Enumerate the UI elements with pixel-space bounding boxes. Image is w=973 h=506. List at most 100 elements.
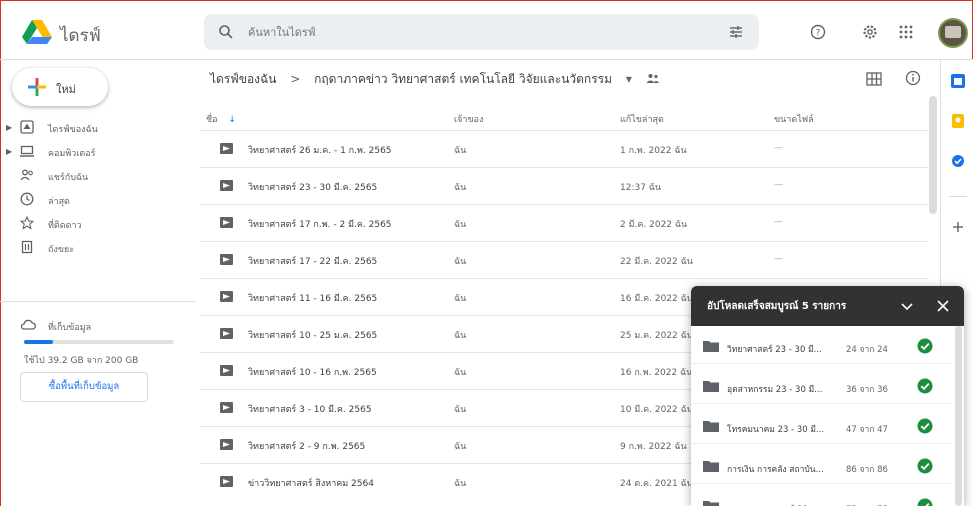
star-icon (20, 216, 34, 230)
table-row[interactable]: วิทยาศาสตร์ 23 - 30 มี.ค. 2565 ฉัน 12:37 ฉ… (200, 167, 928, 203)
upload-item-name: วิทยาศาสตร์ 23 - 30 มี... (727, 345, 822, 355)
app-title[interactable]: ไดรฟ์ (60, 22, 101, 49)
sidebar-item-storage[interactable]: ที่เก็บข้อมูล (0, 316, 180, 338)
file-modified: 9 ก.พ. 2022 ฉัน (620, 442, 687, 452)
sidebar-item-my-drive[interactable]: ▶ ไดรฟ์ของฉัน (0, 118, 180, 140)
file-size: — (774, 143, 783, 153)
settings-gear-icon[interactable] (862, 24, 878, 40)
file-name[interactable]: วิทยาศาสตร์ 23 - 30 มี.ค. 2565 (248, 180, 377, 194)
file-name[interactable]: วิทยาศาสตร์ 11 - 16 มี.ค. 2565 (248, 291, 377, 305)
upload-item-count: 86 จาก 86 (846, 465, 888, 475)
breadcrumb-current-folder[interactable]: กฤดาภาคข่าว วิทยาศาสตร์ เทคโนโลยี วิจัยแ… (314, 72, 612, 86)
check-circle-icon (917, 418, 933, 434)
check-circle-icon (917, 378, 933, 394)
column-header-modified[interactable]: แก้ไขล่าสุด (620, 112, 664, 126)
upload-item[interactable]: โทรคมนาคม 23 - 30 มี... 47 จาก 47 (691, 408, 953, 444)
sidebar-item-shared[interactable]: แชร์กับฉัน (0, 166, 180, 188)
file-name[interactable]: วิทยาศาสตร์ 17 ก.พ. - 2 มี.ค. 2565 (248, 217, 392, 231)
info-icon[interactable] (905, 70, 921, 86)
my-drive-icon (20, 120, 34, 134)
search-input[interactable] (248, 22, 688, 42)
sidebar-item-trash[interactable]: ถังขยะ (0, 238, 180, 260)
file-name[interactable]: วิทยาศาสตร์ 17 - 22 มี.ค. 2565 (248, 254, 377, 268)
add-addon-plus-icon[interactable] (951, 220, 965, 234)
folder-slides-icon (220, 439, 233, 450)
file-name[interactable]: วิทยาศาสตร์ 3 - 10 มี.ค. 2565 (248, 402, 372, 416)
file-modified: 2 มี.ค. 2022 ฉัน (620, 220, 688, 230)
upload-item[interactable]: วิทยาศาสตร์ 23 - 30 มี... 24 จาก 24 (691, 328, 953, 364)
upload-item-count: 75 จาก 75 (846, 502, 888, 506)
computer-icon (20, 145, 34, 157)
file-name[interactable]: ข่าววิทยาศาสตร์ สิงหาคม 2564 (248, 476, 374, 490)
calendar-icon[interactable] (951, 74, 965, 88)
folder-slides-icon (220, 143, 233, 154)
new-button[interactable]: ใหม่ (12, 68, 108, 106)
table-row[interactable]: วิทยาศาสตร์ 17 ก.พ. - 2 มี.ค. 2565 ฉัน 2 ม… (200, 204, 928, 240)
account-avatar[interactable] (938, 18, 968, 48)
column-header-owner: เจ้าของ (454, 115, 484, 125)
close-icon[interactable] (935, 298, 951, 314)
upload-item-count: 47 จาก 47 (846, 425, 888, 435)
file-owner: ฉัน (454, 368, 467, 378)
sort-arrow-down-icon[interactable]: ↓ (228, 115, 236, 125)
main-scrollbar[interactable] (929, 96, 937, 214)
tasks-icon[interactable] (951, 154, 965, 168)
file-modified: 22 มี.ค. 2022 ฉัน (620, 257, 693, 267)
folder-slides-icon (220, 328, 233, 339)
column-header-name[interactable]: ชื่อ ↓ (206, 112, 236, 126)
sidebar-item-label: ไดรฟ์ของฉัน (48, 125, 98, 135)
sidebar-item-label: คอมพิวเตอร์ (48, 149, 96, 159)
file-size: — (774, 217, 783, 227)
folder-slides-icon (220, 365, 233, 376)
clock-icon (20, 192, 34, 206)
sidebar-item-recent[interactable]: ล่าสุด (0, 190, 180, 212)
folder-icon (703, 501, 719, 506)
table-row[interactable]: วิทยาศาสตร์ 26 ม.ค. - 1 ก.พ. 2565 ฉัน 1 ก.… (200, 130, 928, 166)
sidebar-item-starred[interactable]: ที่ติดดาว (0, 214, 180, 236)
breadcrumb-root[interactable]: ไดรฟ์ของฉัน (210, 72, 276, 86)
breadcrumb-separator-icon: > (290, 72, 301, 86)
search-options-icon[interactable] (728, 24, 744, 40)
check-circle-icon (917, 458, 933, 474)
chevron-down-icon[interactable] (899, 298, 915, 314)
file-name[interactable]: วิทยาศาสตร์ 2 - 9 ก.พ. 2565 (248, 439, 365, 453)
upload-item[interactable]: เกษตรและสหกรณ์ 23 - ... 75 จาก 75 (691, 488, 953, 506)
expand-caret-icon[interactable]: ▶ (6, 123, 12, 132)
expand-caret-icon[interactable]: ▶ (6, 147, 12, 156)
cloud-icon (20, 319, 36, 330)
svg-text:?: ? (816, 29, 821, 39)
sidebar-item-label: ที่ติดดาว (48, 221, 82, 231)
grid-view-icon[interactable] (866, 72, 882, 86)
plus-icon (28, 78, 46, 96)
sidebar-item-label: แชร์กับฉัน (48, 173, 89, 183)
file-modified: 16 มี.ค. 2022 ฉัน (620, 294, 693, 304)
file-owner: ฉัน (454, 442, 467, 452)
upload-item[interactable]: อุตสาหกรรม 23 - 30 มี... 36 จาก 36 (691, 368, 953, 404)
column-header-size[interactable]: ขนาดไฟล์ (774, 112, 814, 126)
column-header-name-label: ชื่อ (206, 115, 218, 125)
file-modified: 12:37 ฉัน (620, 183, 662, 193)
file-modified: 1 ก.พ. 2022 ฉัน (620, 146, 687, 156)
sidebar-item-computers[interactable]: ▶ คอมพิวเตอร์ (0, 142, 180, 164)
breadcrumb: ไดรฟ์ของฉัน > กฤดาภาคข่าว วิทยาศาสตร์ เท… (210, 70, 660, 90)
help-icon[interactable]: ? (810, 24, 826, 40)
file-name[interactable]: วิทยาศาสตร์ 10 - 25 ม.ค. 2565 (248, 328, 377, 342)
sidebar-item-label: ถังขยะ (48, 245, 75, 255)
keep-icon[interactable] (951, 114, 965, 128)
folder-menu-dropdown-icon[interactable]: ▾ (626, 72, 632, 86)
buy-storage-button[interactable]: ซื้อพื้นที่เก็บข้อมูล (20, 372, 148, 402)
drive-logo-icon[interactable] (22, 20, 52, 44)
upload-item-count: 24 จาก 24 (846, 345, 888, 355)
search-icon[interactable] (218, 24, 234, 40)
table-row[interactable]: วิทยาศาสตร์ 17 - 22 มี.ค. 2565 ฉัน 22 มี.ค… (200, 241, 928, 277)
upload-panel-scrollbar[interactable] (955, 326, 962, 506)
file-owner: ฉัน (454, 183, 467, 193)
rail-divider (949, 196, 967, 197)
file-name[interactable]: วิทยาศาสตร์ 10 - 16 ก.พ. 2565 (248, 365, 377, 379)
folder-icon (703, 381, 719, 392)
apps-grid-icon[interactable] (898, 24, 914, 40)
storage-usage-fill (24, 340, 54, 344)
upload-item[interactable]: การเงิน การคลัง สถาบัน... 86 จาก 86 (691, 448, 953, 484)
search-box[interactable] (204, 14, 759, 50)
file-name[interactable]: วิทยาศาสตร์ 26 ม.ค. - 1 ก.พ. 2565 (248, 143, 392, 157)
